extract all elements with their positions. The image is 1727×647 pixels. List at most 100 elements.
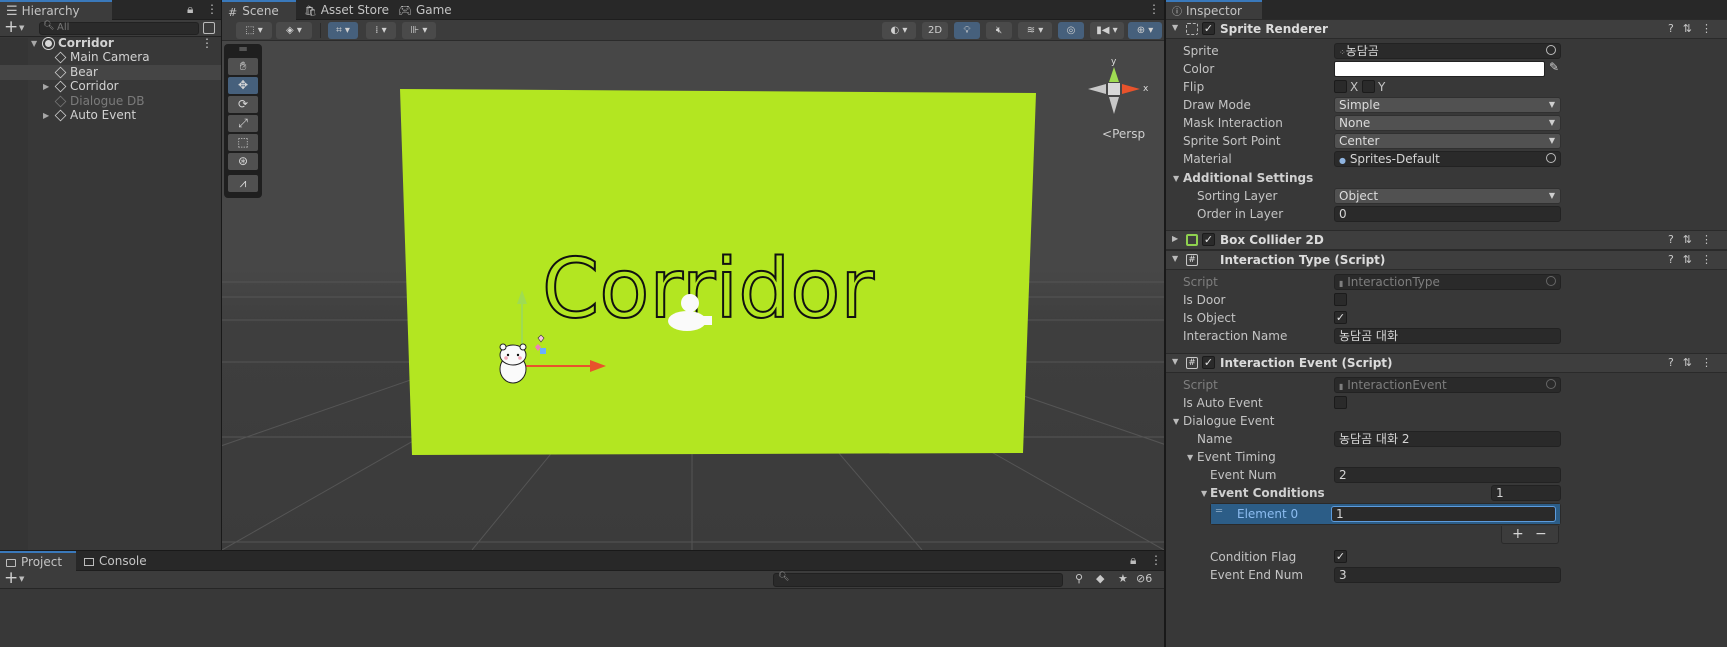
script-object-field[interactable]: ▮ InteractionEvent [1334,377,1561,393]
camera-button[interactable]: ▮◀ ▾ [1090,22,1124,39]
visibility-button[interactable]: ◎ [1058,22,1084,39]
hierarchy-item-bear[interactable]: Bear [0,65,221,80]
color-swatch[interactable] [1334,61,1545,77]
rotate-tool-button[interactable]: ⟳ [228,96,258,113]
help-icon[interactable]: ? [1668,233,1683,246]
interaction-event-header[interactable]: ▼ # ✓ Interaction Event (Script) ?⇅⋮ [1166,353,1727,373]
dialogue-event-foldout[interactable]: Dialogue Event [1183,414,1274,428]
sprite-renderer-header[interactable]: ▼ ✓ Sprite Renderer ?⇅⋮ [1166,19,1727,39]
event-timing-foldout[interactable]: Event Timing [1197,450,1276,464]
component-menu-icon[interactable]: ⋮ [1701,253,1721,266]
preset-icon[interactable]: ⇅ [1683,253,1701,266]
increment-snap-button[interactable]: ⁞ ▾ [366,22,396,39]
object-picker-icon[interactable] [1546,153,1556,163]
help-icon[interactable]: ? [1668,356,1683,369]
interaction-type-header[interactable]: ▼ # Interaction Type (Script) ?⇅⋮ [1166,250,1727,270]
effects-button[interactable]: ≋ ▾ [1018,22,1052,39]
fold-down-icon[interactable]: ▼ [1173,174,1179,183]
transform-tool-button[interactable]: ⊛ [228,153,258,170]
object-picker-icon[interactable] [1546,276,1556,286]
flip-x-checkbox[interactable] [1334,80,1347,93]
tab-asset-store[interactable]: 🛍︎ Asset Store [298,0,397,20]
orientation-gizmo[interactable]: y x [1088,57,1149,114]
ruler-button[interactable]: ⊪ ▾ [402,22,436,39]
hand-tool-button[interactable]: ✋︎ [228,58,258,75]
mask-interaction-dropdown[interactable]: None ▼ [1334,115,1561,131]
preset-icon[interactable]: ⇅ [1683,233,1701,246]
fold-down-icon[interactable]: ▼ [1172,23,1178,32]
hierarchy-item-corridor[interactable]: ▶ Corridor [0,79,221,94]
event-end-num-input[interactable]: 3 [1334,567,1561,583]
hidden-packages-toggle[interactable]: ⊘6 [1136,572,1152,585]
box-collider-enabled-checkbox[interactable]: ✓ [1202,233,1215,246]
component-menu-icon[interactable]: ⋮ [1701,22,1721,35]
preset-icon[interactable]: ⇅ [1683,22,1701,35]
fold-down-icon[interactable]: ▼ [1172,357,1178,366]
draw-mode-dropdown[interactable]: Simple ▼ [1334,97,1561,113]
rect-tool-button[interactable]: ⬚ [228,134,258,151]
tab-menu-kebab-icon[interactable]: ⋮ [206,2,218,16]
element-0-input[interactable]: 1 [1331,506,1556,522]
tab-menu-kebab-icon[interactable]: ⋮ [1150,553,1162,567]
material-object-field[interactable]: ● Sprites-Default [1334,151,1561,167]
audio-button[interactable]: 🔇︎ [986,22,1012,39]
script-object-field[interactable]: ▮ InteractionType [1334,274,1561,290]
search-filter-icon[interactable] [203,22,215,34]
event-conditions-foldout[interactable]: Event Conditions [1210,486,1325,500]
interaction-event-enabled-checkbox[interactable]: ✓ [1202,356,1215,369]
flip-y-checkbox[interactable] [1362,80,1375,93]
scale-tool-button[interactable]: ⤢ [228,115,258,132]
tab-game[interactable]: 🎮︎ Game [392,0,460,20]
fold-down-icon[interactable]: ▼ [1173,417,1179,426]
object-mode-button[interactable]: ◈ ▾ [276,22,312,39]
filter-label-icon[interactable]: ◆ [1096,572,1104,585]
favorite-star-icon[interactable]: ★ [1118,572,1128,585]
tab-console[interactable]: Console [78,551,155,571]
fold-down-icon[interactable]: ▼ [1201,489,1207,498]
chevron-down-icon[interactable]: ▼ [19,575,24,583]
help-icon[interactable]: ? [1668,22,1683,35]
is-door-checkbox[interactable] [1334,293,1347,306]
render-mode-button[interactable]: ◐ ▾ [882,22,916,39]
sorting-layer-dropdown[interactable]: Object ▼ [1334,188,1561,204]
help-icon[interactable]: ? [1668,253,1683,266]
remove-element-button[interactable]: − [1535,526,1547,542]
project-search-input[interactable]: 🔍︎ [773,572,1063,587]
dialogue-name-input[interactable]: 농담곰 대화 2 [1334,431,1561,447]
projection-toggle[interactable]: <Persp [1102,127,1145,141]
component-menu-icon[interactable]: ⋮ [1701,233,1721,246]
interaction-name-input[interactable]: 농담곰 대화 [1334,328,1561,344]
fold-down-icon[interactable]: ▼ [1172,254,1178,263]
expand-arrow-icon[interactable]: ▼ [31,36,37,51]
scene-viewport[interactable]: Corridor y x <Persp ═ ✋︎ ✥ ⟳ ⤢ ⬚ ⊛ ⩘ [222,42,1164,550]
list-element-selected[interactable]: ═ Element 0 1 [1211,504,1560,524]
order-in-layer-input[interactable]: 0 [1334,206,1561,222]
eyedropper-icon[interactable]: ✎ [1549,60,1559,74]
is-object-checkbox[interactable]: ✓ [1334,311,1347,324]
chevron-down-icon[interactable]: ▼ [19,24,24,32]
hierarchy-item-dialogue-db[interactable]: Dialogue DB [0,94,221,109]
sprite-renderer-enabled-checkbox[interactable]: ✓ [1202,22,1215,35]
expand-arrow-icon[interactable]: ▶ [43,108,49,123]
box-collider-header[interactable]: ▶ ✓ Box Collider 2D ?⇅⋮ [1166,230,1727,250]
event-num-input[interactable]: 2 [1334,467,1561,483]
create-plus-icon[interactable]: + [4,568,18,588]
condition-flag-checkbox[interactable]: ✓ [1334,550,1347,563]
expand-arrow-icon[interactable]: ▶ [43,79,49,94]
create-plus-icon[interactable]: + [4,17,18,37]
is-auto-event-checkbox[interactable] [1334,396,1347,409]
lighting-button[interactable]: 💡︎ [954,22,980,39]
preset-icon[interactable]: ⇅ [1683,356,1701,369]
scene-menu-kebab-icon[interactable]: ⋮ [201,36,213,51]
toggle-2d-button[interactable]: 2D [922,22,948,39]
object-picker-icon[interactable] [1546,45,1556,55]
sprite-object-field[interactable]: ⁘농담곰 [1334,43,1561,59]
event-conditions-size-input[interactable]: 1 [1491,485,1561,501]
move-tool-button[interactable]: ✥ [228,77,258,94]
custom-tool-button[interactable]: ⩘ [228,175,258,192]
filter-type-icon[interactable]: ⚲ [1075,572,1083,585]
component-menu-icon[interactable]: ⋮ [1701,356,1721,369]
hierarchy-item-main-camera[interactable]: Main Camera [0,50,221,65]
fold-right-icon[interactable]: ▶ [1172,234,1178,243]
palette-drag-handle[interactable]: ═ [228,43,258,55]
